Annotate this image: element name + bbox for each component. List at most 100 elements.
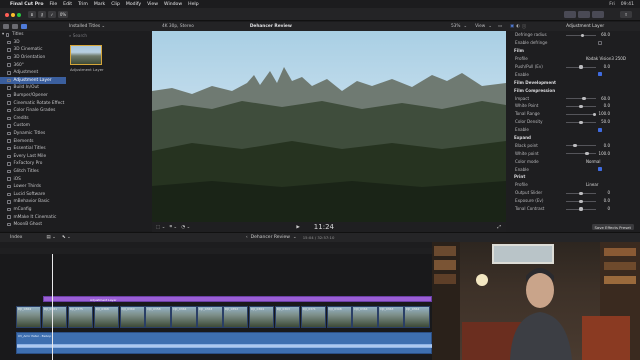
parameter-slider[interactable] [566, 33, 596, 37]
transform-icon[interactable]: ⬚ ⌄ [156, 225, 165, 230]
parameter-slider[interactable] [566, 152, 596, 156]
speed-icon[interactable]: ◔ ⌄ [181, 225, 190, 230]
parameter-slider[interactable] [566, 199, 596, 203]
parameter-slider[interactable] [566, 191, 596, 195]
background-tasks-icon[interactable]: ✓ [48, 11, 56, 18]
enable-checkbox[interactable] [598, 127, 602, 132]
titles-generators-icon[interactable] [21, 24, 27, 29]
select-tool-icon[interactable]: ⬉ ⌄ [62, 235, 71, 240]
video-viewer[interactable] [152, 31, 506, 222]
parameter-value[interactable]: 0 [598, 206, 610, 211]
slider-knob[interactable] [573, 144, 577, 148]
slider-knob[interactable] [579, 207, 583, 211]
fullscreen-icon[interactable]: ⤢ [497, 224, 501, 230]
libraries-icon[interactable] [3, 24, 9, 29]
sidebar-item[interactable]: Lower Thirds [0, 183, 66, 191]
enable-checkbox[interactable] [598, 72, 602, 77]
sidebar-item[interactable]: Dynamic Titles [0, 130, 66, 138]
sidebar-item[interactable]: MoonB Ghost [0, 221, 66, 229]
audio-clip[interactable]: 03_Amir Patel - Bebop [16, 332, 432, 354]
import-icon[interactable]: ⬇ [28, 11, 36, 18]
sidebar-item[interactable]: Build In/Out [0, 84, 66, 92]
parameter-value[interactable]: 60.0 [598, 96, 610, 101]
sidebar-item[interactable]: FxFactory Pro [0, 160, 66, 168]
sidebar-item[interactable]: mMake It Cinematic [0, 213, 66, 221]
info-inspector-icon[interactable]: ⓘ [522, 24, 526, 30]
parameter-popup[interactable]: Kodak Vision3 250D [586, 56, 626, 61]
menu-mark[interactable]: Mark [94, 2, 105, 7]
adjustment-layer-clip[interactable]: Adjustment Layer [43, 296, 432, 302]
sidebar-item[interactable]: Adjustment Layer [0, 76, 66, 85]
video-clip[interactable]: DJI_0364 [404, 306, 430, 328]
zoom-window-button[interactable] [17, 12, 21, 17]
history-back-icon[interactable]: ‹ [246, 235, 248, 240]
sidebar-item[interactable]: Color Finale Grades [0, 107, 66, 115]
share-icon[interactable]: ⇪ [620, 11, 632, 18]
minimize-window-button[interactable] [11, 12, 15, 17]
close-window-button[interactable] [5, 12, 9, 17]
sidebar-item[interactable]: Essential Titles [0, 145, 66, 153]
parameter-slider[interactable] [566, 65, 596, 69]
sidebar-item[interactable]: Bumper/Opener [0, 92, 66, 100]
sidebar-item[interactable]: Credits [0, 115, 66, 123]
play-button[interactable]: ▶ [296, 225, 299, 230]
menu-edit[interactable]: Edit [63, 2, 72, 7]
parameter-slider[interactable] [566, 104, 596, 109]
keyword-icon[interactable]: ⚷ [38, 11, 46, 18]
video-clip[interactable]: DJI_0364 [352, 306, 378, 328]
sidebar-item[interactable]: 3D Cinematic [0, 46, 66, 54]
parameter-slider[interactable] [566, 144, 596, 148]
menu-modify[interactable]: Modify [126, 2, 141, 7]
sidebar-item[interactable]: mConfig [0, 206, 66, 214]
video-clip[interactable]: DJI_0363 [274, 306, 301, 328]
playhead[interactable] [52, 254, 53, 360]
layout-browser-icon[interactable] [564, 11, 576, 18]
enable-checkbox[interactable] [598, 167, 602, 172]
video-clip[interactable]: DJI_0364 [171, 306, 197, 328]
sidebar-item[interactable]: Glitch Titles [0, 168, 66, 176]
menu-trim[interactable]: Trim [78, 2, 88, 7]
color-inspector-icon[interactable]: ◐ [516, 24, 520, 29]
video-clip[interactable]: DJI_0371 [300, 306, 326, 328]
video-clip[interactable]: DJI_0381 [41, 306, 68, 328]
parameter-value[interactable]: 0.0 [598, 198, 610, 203]
layout-inspector-icon[interactable] [592, 11, 604, 18]
slider-knob[interactable] [579, 199, 583, 203]
slider-knob[interactable] [582, 96, 586, 101]
parameter-popup[interactable]: Linear [586, 182, 598, 187]
search-input[interactable]: Search [73, 33, 87, 38]
slider-knob[interactable] [579, 65, 583, 69]
video-clip[interactable]: DJI_0308 [326, 306, 352, 328]
viewer-options-icon[interactable]: ▭ [498, 24, 502, 29]
video-inspector-icon[interactable]: ▣ [510, 24, 514, 29]
sidebar-item[interactable]: Cinematic Rotate Effect [0, 99, 66, 107]
parameter-value[interactable]: 0.0 [598, 64, 610, 69]
slider-knob[interactable] [579, 191, 583, 195]
video-clip[interactable]: DJI_0364 [248, 306, 275, 328]
sidebar-item[interactable]: Adjustment [0, 69, 66, 77]
enable-checkbox[interactable] [598, 40, 602, 45]
sidebar-item[interactable]: mBehavior Basic [0, 198, 66, 206]
parameter-value[interactable]: 0 [598, 190, 610, 195]
zoom-level[interactable]: 53% [451, 24, 461, 29]
slider-knob[interactable] [585, 152, 589, 156]
parameter-value[interactable]: 0.0 [598, 143, 610, 148]
menu-clip[interactable]: Clip [111, 2, 120, 7]
sidebar-item[interactable]: iOS [0, 175, 66, 183]
parameter-value[interactable]: 0.0 [598, 103, 610, 108]
video-clip[interactable]: DJI_0363 [378, 306, 404, 328]
titles-root[interactable]: ▾ Titles [0, 31, 66, 39]
sidebar-item[interactable]: Elements [0, 137, 66, 145]
sidebar-item[interactable]: 3D [0, 39, 66, 47]
layout-timeline-icon[interactable] [578, 11, 590, 18]
video-clip[interactable]: DJI_0368 [93, 306, 119, 328]
parameter-slider[interactable] [566, 112, 597, 116]
menu-file[interactable]: File [49, 2, 57, 7]
menu-view[interactable]: View [147, 2, 158, 7]
parameter-value[interactable]: 100.0 [598, 111, 610, 116]
sidebar-item[interactable]: 360° [0, 61, 66, 69]
adjustment-layer-thumbnail[interactable] [70, 45, 102, 65]
sidebar-item[interactable]: 3D Orientation [0, 54, 66, 62]
slider-knob[interactable] [579, 104, 583, 109]
index-button[interactable]: Index [10, 235, 22, 240]
